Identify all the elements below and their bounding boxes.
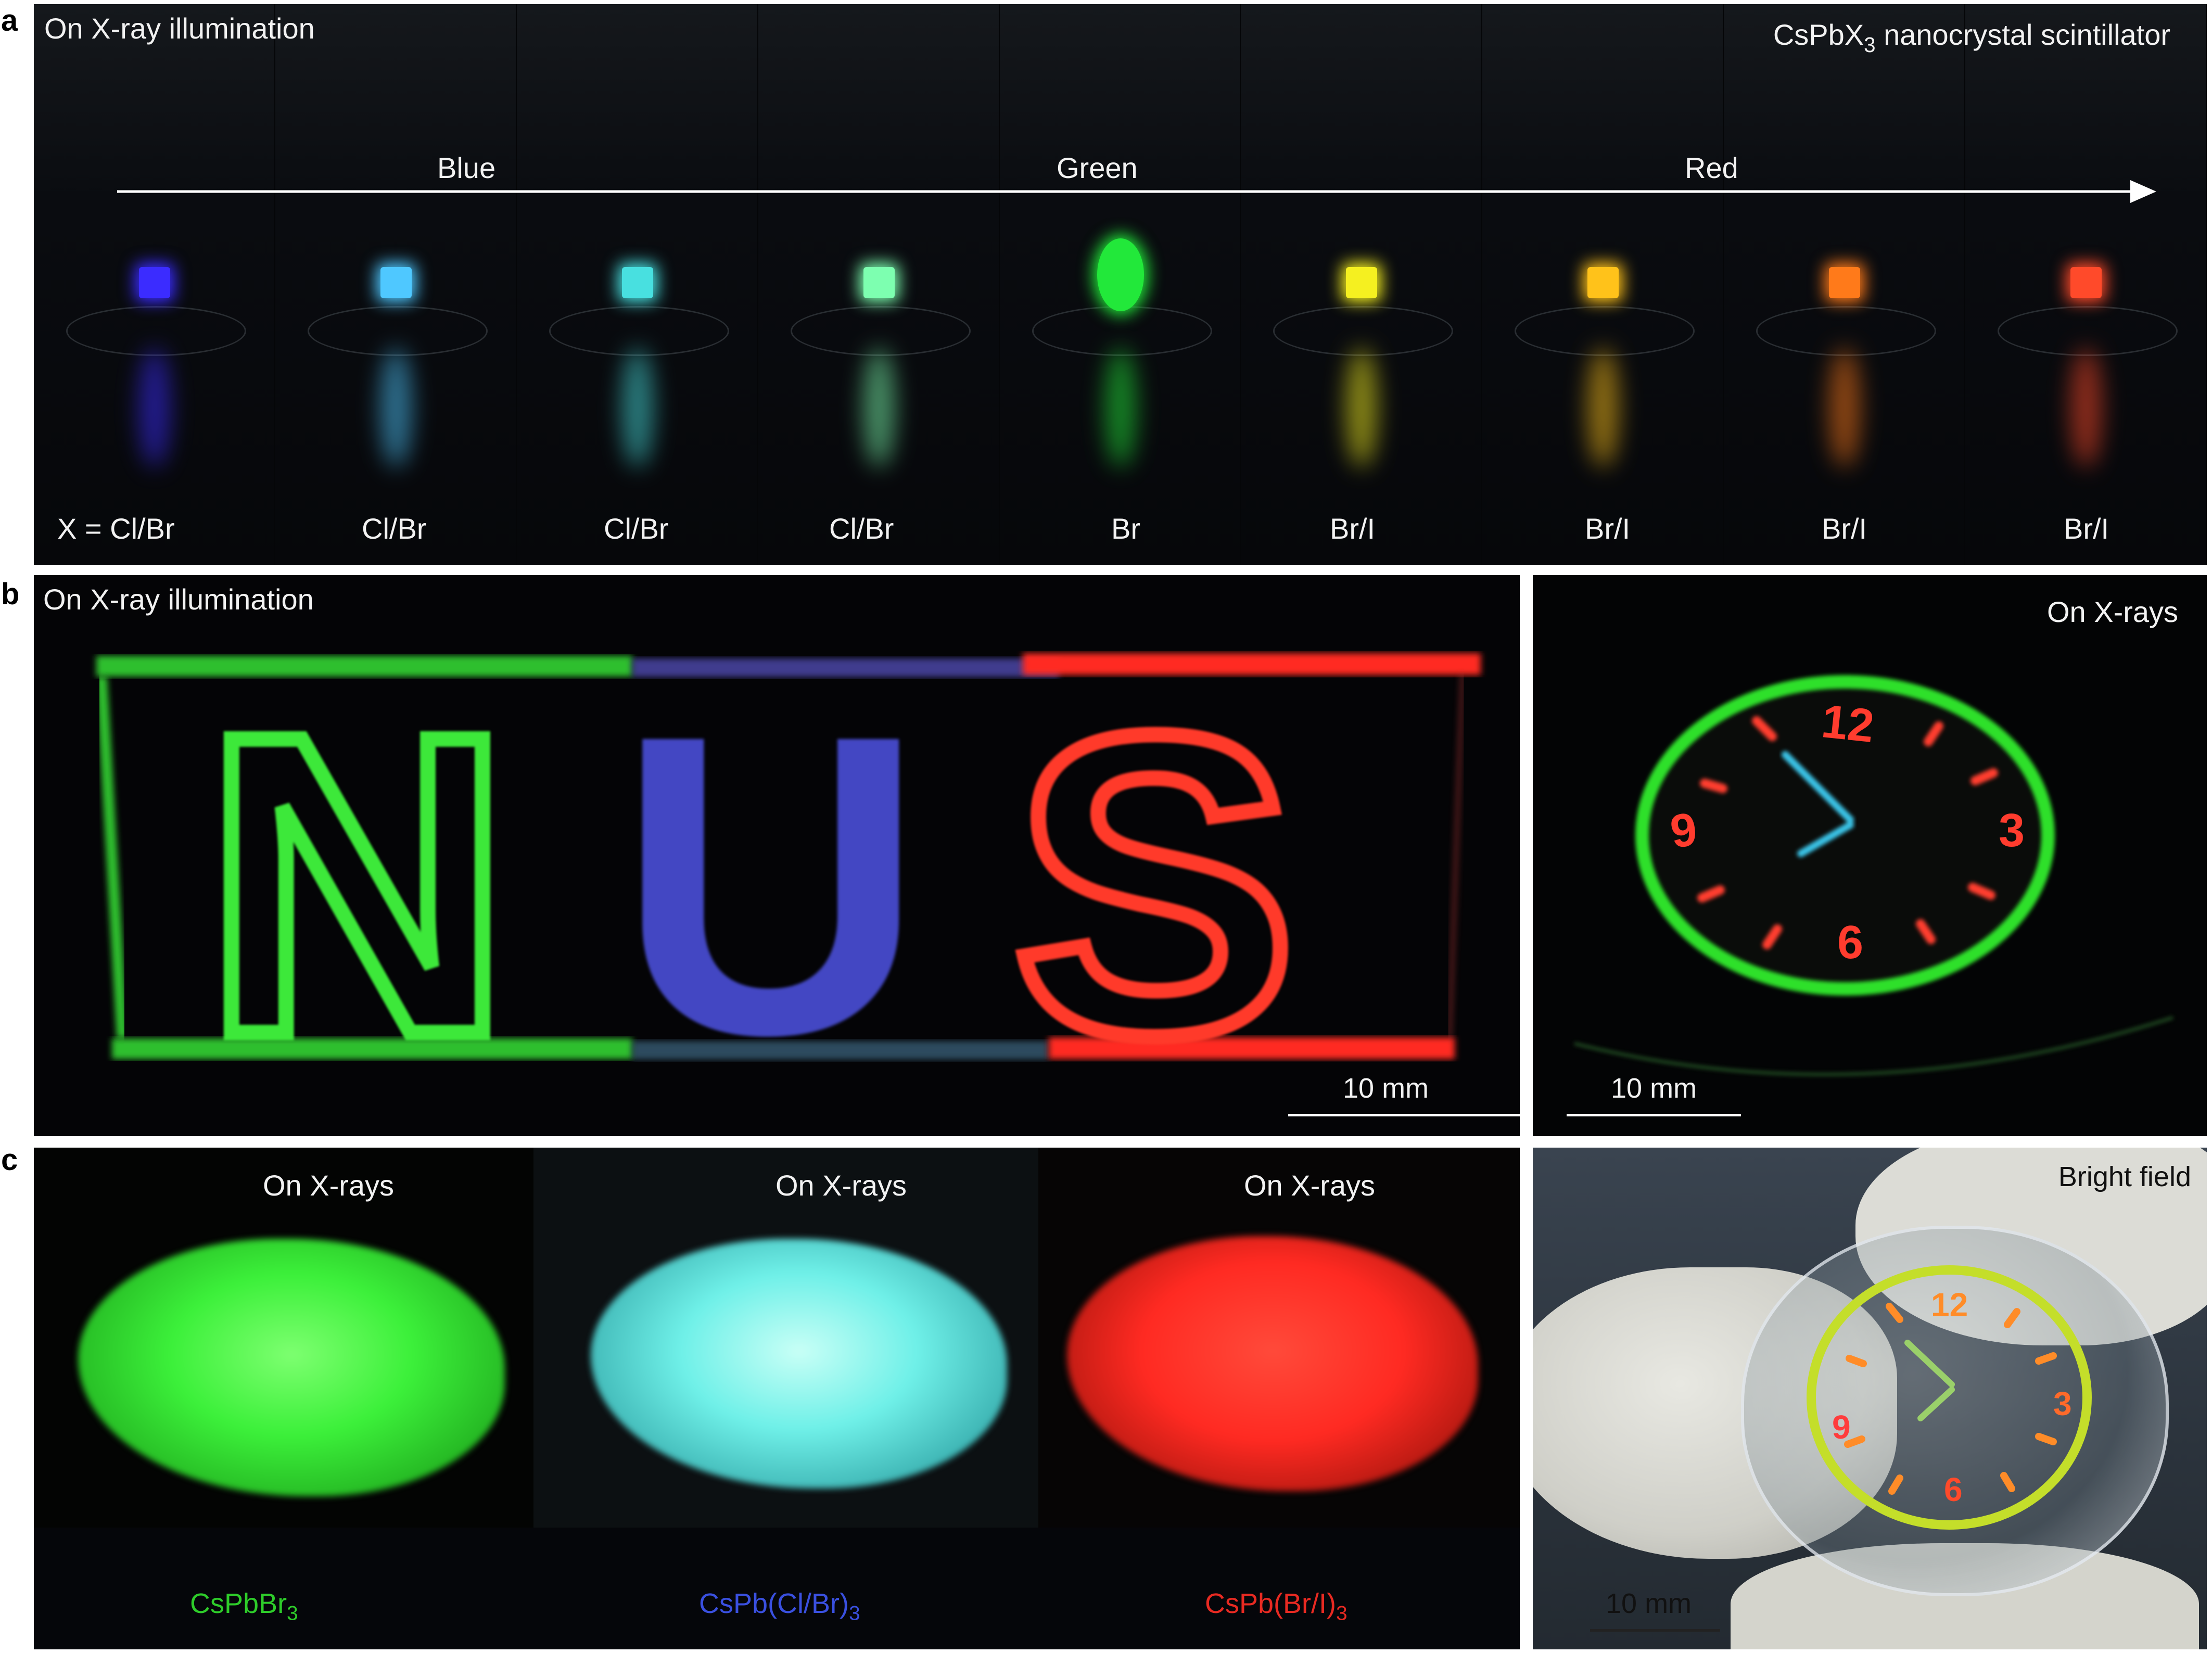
x-label-1: X = Cl/Br bbox=[57, 512, 175, 545]
bright-clock bbox=[1807, 1265, 2092, 1530]
panel-d-scale-bar bbox=[1567, 1114, 1741, 1116]
panel-b-letter: b bbox=[1, 577, 20, 611]
glowing-clock bbox=[1574, 675, 2173, 1076]
sample-glow bbox=[380, 267, 412, 298]
sample-reflection bbox=[1829, 348, 1861, 467]
sample-glow bbox=[2070, 267, 2102, 298]
caption-1-sub: 3 bbox=[287, 1602, 298, 1625]
panel-d-scale-label: 10 mm bbox=[1611, 1073, 1697, 1104]
caption-cspbbr3: CsPbBr3 bbox=[190, 1587, 298, 1625]
sample-glow bbox=[1829, 267, 1861, 298]
caption-cspbclbr3: CsPb(Cl/Br)3 bbox=[699, 1587, 860, 1625]
clock-d-number-12: 12 bbox=[1819, 695, 1877, 753]
clock-d-number-6: 6 bbox=[1837, 917, 1864, 969]
x-label-8: Br/I bbox=[1822, 512, 1867, 545]
sample-reflection bbox=[2070, 348, 2102, 467]
panel-e-scale-bar bbox=[1590, 1629, 1720, 1632]
nus-letter-s: S bbox=[1005, 646, 1305, 1123]
sample-glow bbox=[1346, 267, 1378, 298]
title-rest: nanocrystal scintillator bbox=[1875, 18, 2170, 51]
x-label-3: Cl/Br bbox=[604, 512, 669, 545]
panel-e-label: Bright field bbox=[2058, 1161, 2191, 1192]
nus-letter-u: U bbox=[617, 646, 925, 1123]
sample-glow bbox=[1587, 267, 1619, 298]
caption-3-sub: 3 bbox=[1336, 1602, 1347, 1625]
caption-3-main: CsPb(Br/I) bbox=[1205, 1588, 1337, 1619]
powder-label-3: On X-rays bbox=[1244, 1169, 1376, 1202]
sample-glow bbox=[621, 267, 653, 298]
panel-e: 12 3 6 9 Bright field 10 mm bbox=[1533, 1148, 2207, 1649]
caption-1-main: CsPbBr bbox=[190, 1588, 287, 1619]
sample-reflection bbox=[1346, 348, 1378, 467]
x-label-7: Br/I bbox=[1585, 512, 1631, 545]
clock-e-number-3: 3 bbox=[2053, 1385, 2072, 1422]
x-label-4: Cl/Br bbox=[829, 512, 894, 545]
powder-label-1: On X-rays bbox=[263, 1169, 395, 1202]
caption-cspbbri3: CsPb(Br/I)3 bbox=[1205, 1587, 1347, 1625]
arrow-label-blue: Blue bbox=[437, 151, 496, 184]
panel-b-scale-label: 10 mm bbox=[1343, 1073, 1429, 1104]
panel-c-letter: c bbox=[1, 1143, 18, 1177]
sample-reflection bbox=[621, 348, 653, 467]
sample-glow bbox=[1097, 238, 1144, 311]
title-subscript: 3 bbox=[1864, 33, 1876, 57]
panel-c: On X-rays On X-rays On X-rays CsPbBr3 Cs… bbox=[34, 1148, 1520, 1649]
caption-2-main: CsPb(Cl/Br) bbox=[699, 1588, 849, 1619]
arrow-label-green: Green bbox=[1057, 151, 1138, 184]
nus-letter-n: N bbox=[195, 646, 519, 1123]
sample-reflection bbox=[1104, 348, 1136, 467]
x-label-9: Br/I bbox=[2064, 512, 2109, 545]
panel-b-scale-bar bbox=[1288, 1114, 1520, 1116]
sample-glow bbox=[138, 267, 170, 298]
title-formula: CsPbX bbox=[1773, 18, 1864, 51]
caption-2-sub: 3 bbox=[849, 1602, 860, 1625]
panel-b: On X-ray illumination N U S 10 mm bbox=[34, 575, 1520, 1136]
sample-reflection bbox=[138, 348, 170, 467]
sample-glow bbox=[863, 267, 895, 298]
panel-e-scale-label: 10 mm bbox=[1606, 1588, 1692, 1619]
panel-a-illumination-label: On X-ray illumination bbox=[44, 12, 315, 45]
sample-reflection bbox=[380, 348, 412, 467]
arrow-label-red: Red bbox=[1685, 151, 1738, 184]
panel-a-letter: a bbox=[1, 4, 18, 37]
panel-a: On X-ray illumination CsPbX3 nanocrystal… bbox=[34, 4, 2207, 565]
x-label-6: Br/I bbox=[1330, 512, 1376, 545]
x-label-5: Br bbox=[1111, 512, 1140, 545]
x-label-2: Cl/Br bbox=[362, 512, 427, 545]
sample-reflection bbox=[1587, 348, 1619, 467]
powder-label-2: On X-rays bbox=[776, 1169, 907, 1202]
sample-reflection bbox=[863, 348, 895, 467]
clock-e-number-12: 12 bbox=[1931, 1286, 1968, 1324]
panel-a-title: CsPbX3 nanocrystal scintillator bbox=[1773, 18, 2170, 57]
clock-d-number-3: 3 bbox=[1999, 805, 2025, 857]
panel-d: On X-rays 12 3 6 9 10 mm bbox=[1533, 575, 2207, 1136]
clock-e-number-9: 9 bbox=[1832, 1408, 1851, 1446]
clock-e-number-6: 6 bbox=[1944, 1471, 1963, 1508]
